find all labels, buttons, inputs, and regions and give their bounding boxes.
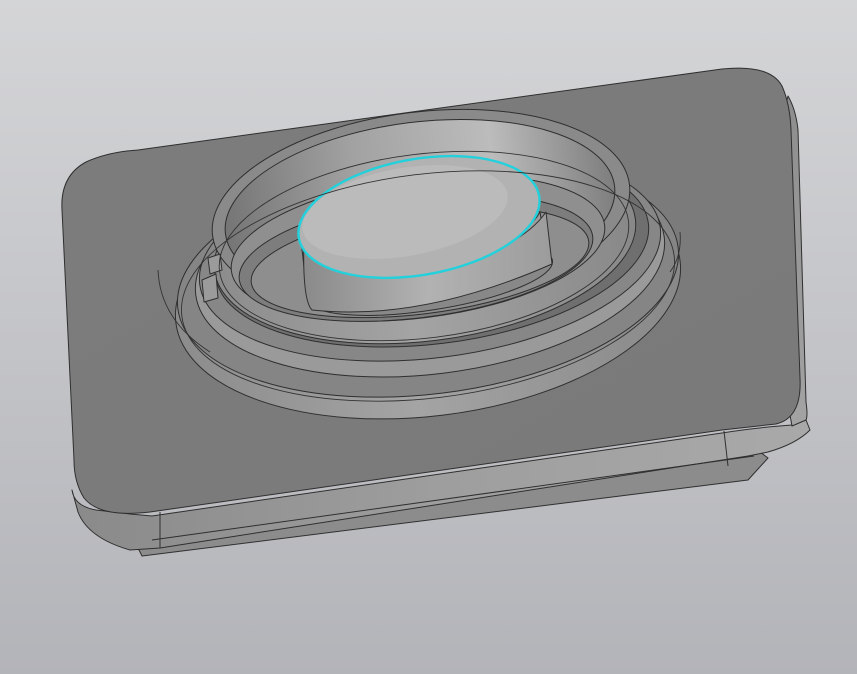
cad-3d-viewport[interactable] bbox=[0, 0, 857, 674]
model-canvas[interactable] bbox=[0, 0, 857, 674]
